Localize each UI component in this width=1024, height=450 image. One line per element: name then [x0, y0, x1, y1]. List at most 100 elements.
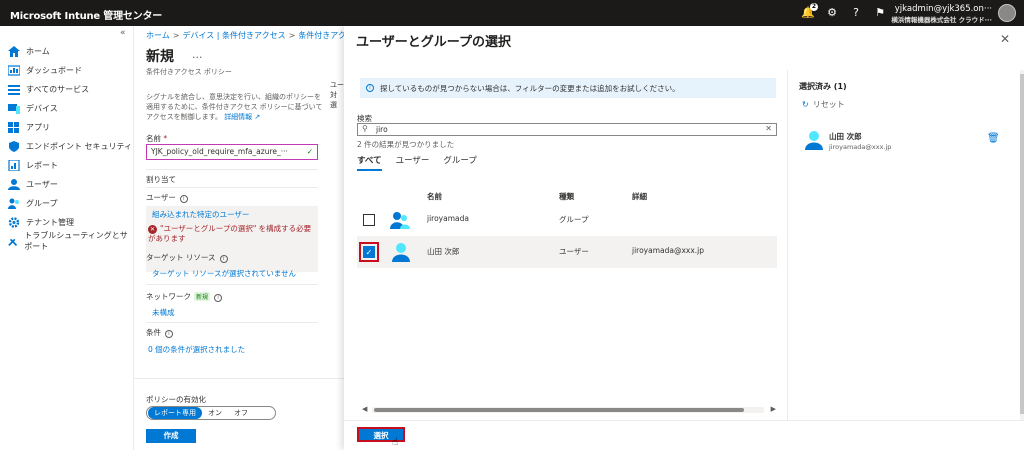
sidebar-item-users[interactable]: ユーザー: [8, 175, 58, 193]
breadcrumb-home[interactable]: ホーム: [146, 31, 170, 40]
row-detail: jiroyamada@xxx.jp: [632, 246, 705, 255]
sidebar-item-label: すべてのサービス: [26, 84, 90, 94]
scroll-thumb[interactable]: [1020, 74, 1024, 414]
info-text: 探しているものが見つからない場合は、フィルターの変更または追加をお試しください。: [380, 83, 680, 93]
more-options-button[interactable]: ...: [192, 48, 203, 61]
account-user: yjkadmin@yjk365.on···: [894, 4, 992, 14]
sidebar-item-dashboard[interactable]: ダッシュボード: [8, 61, 82, 79]
table-row[interactable]: jiroyamada グループ: [357, 204, 777, 236]
reset-icon: ↻: [802, 100, 809, 109]
dashboard-icon: [8, 64, 20, 76]
sidebar-item-label: ダッシュボード: [26, 65, 82, 75]
sidebar-item-label: トラブルシューティングとサポート: [24, 231, 128, 251]
users-value-link[interactable]: 組み込まれた特定のユーザー: [152, 209, 249, 220]
tab-groups[interactable]: グループ: [443, 154, 477, 171]
scroll-thumb[interactable]: [374, 408, 744, 412]
column-header-detail[interactable]: 詳細: [632, 191, 647, 202]
conditions-label: 条件 i: [146, 327, 173, 338]
info-icon[interactable]: i: [165, 330, 173, 338]
sidebar-item-label: ユーザー: [26, 179, 58, 189]
sidebar-item-label: レポート: [26, 160, 58, 170]
device-icon: [8, 103, 20, 114]
new-badge: 新規: [194, 292, 211, 301]
sidebar-item-label: グループ: [26, 198, 58, 208]
gear-icon[interactable]: ⚙: [824, 5, 840, 21]
result-count: 2 件の結果が見つかりました: [357, 140, 455, 149]
table-row[interactable]: ✓ 山田 次郎 ユーザー jiroyamada@xxx.jp: [357, 236, 777, 268]
info-icon[interactable]: i: [179, 195, 188, 203]
reset-button[interactable]: ↻ リセット: [802, 99, 845, 110]
help-icon[interactable]: ?: [848, 5, 864, 21]
home-icon: [8, 45, 20, 57]
search-input[interactable]: ⚲ jiro ✕: [357, 123, 777, 136]
info-icon[interactable]: i: [219, 255, 228, 263]
sidebar-item-home[interactable]: ホーム: [8, 42, 50, 60]
page-title: 新規: [146, 49, 174, 65]
sidebar-item-label: デバイス: [26, 103, 58, 113]
users-error: ✕ "ユーザーとグループの選択" を構成する必要があります: [148, 224, 312, 243]
create-button[interactable]: 作成: [146, 429, 196, 443]
valid-check-icon: ✓: [306, 147, 313, 156]
row-checkbox[interactable]: [363, 214, 375, 226]
breadcrumb-devices-ca[interactable]: デバイス | 条件付きアクセス: [182, 31, 285, 40]
select-users-groups-panel: ユーザーとグループの選択 ✕ i 探しているものが見つからない場合は、フィルター…: [344, 26, 1024, 450]
brand-title[interactable]: Microsoft Intune 管理センター: [10, 7, 162, 22]
sidebar-item-endpoint-security[interactable]: エンドポイント セキュリティ: [8, 137, 132, 155]
filter-tabs: すべて ユーザー グループ: [357, 154, 491, 171]
search-icon: ⚲: [362, 124, 368, 133]
clear-search-icon[interactable]: ✕: [765, 124, 772, 133]
users-label: ユーザー i: [146, 192, 188, 203]
policy-name-input[interactable]: YJK_policy_old_require_mfa_azure_··· ✓: [146, 144, 318, 160]
tab-all[interactable]: すべて: [357, 154, 382, 171]
sidebar-item-apps[interactable]: アプリ: [8, 118, 50, 136]
sidebar-item-groups[interactable]: グループ: [8, 194, 58, 212]
account-info[interactable]: yjkadmin@yjk365.on··· 横浜情報機器株式会社 クラウド···: [891, 4, 992, 24]
scroll-left-icon[interactable]: ◀: [362, 405, 367, 413]
target-value-link[interactable]: ターゲット リソースが選択されていません: [152, 268, 296, 279]
delete-icon[interactable]: 🗑: [987, 133, 1000, 147]
tab-users[interactable]: ユーザー: [396, 154, 430, 171]
sidebar-item-all-services[interactable]: すべてのサービス: [8, 80, 89, 98]
list-icon: [8, 84, 20, 95]
pointer-cursor-icon: ☝: [392, 437, 399, 448]
policy-description: シグナルを統合し、意思決定を行い、組織のポリシーを適用するために、条件付きアクセ…: [146, 92, 326, 122]
divider: [146, 284, 318, 285]
selected-name: 山田 次郎: [829, 132, 862, 141]
sidebar-item-reports[interactable]: レポート: [8, 156, 58, 174]
sidebar-item-devices[interactable]: デバイス: [8, 99, 58, 117]
error-icon: ✕: [148, 225, 157, 234]
target-label: ターゲット リソース i: [146, 252, 228, 263]
divider: [146, 322, 318, 323]
enable-policy-toggle[interactable]: レポート専用 オン オフ: [146, 406, 276, 420]
toggle-off[interactable]: オフ: [228, 408, 254, 418]
network-value-link[interactable]: 未構成: [152, 307, 175, 318]
sidebar-item-tenant-admin[interactable]: テナント管理: [8, 213, 74, 231]
scroll-right-icon[interactable]: ▶: [771, 405, 776, 413]
column-header-name[interactable]: 名前: [427, 191, 442, 202]
sidebar-item-troubleshooting[interactable]: トラブルシューティングとサポート: [8, 231, 133, 251]
selected-header: 選択済み (1): [799, 82, 847, 91]
conditions-value-link[interactable]: 0 個の条件が選択されました: [148, 344, 245, 355]
panel-footer: 選択 ☝: [344, 420, 1024, 450]
group-icon: [390, 212, 410, 229]
info-icon[interactable]: i: [214, 294, 223, 302]
sidebar-item-label: エンドポイント セキュリティ: [26, 141, 133, 151]
vertical-scrollbar[interactable]: [1020, 70, 1024, 420]
feedback-icon[interactable]: ⚑: [872, 5, 888, 21]
shield-icon: [9, 140, 19, 152]
avatar[interactable]: [998, 4, 1016, 22]
external-link-icon: ↗: [252, 113, 261, 121]
details-link[interactable]: 詳細情報: [224, 113, 252, 121]
info-icon: i: [366, 84, 374, 92]
horizontal-scrollbar[interactable]: ◀ ▶: [362, 405, 776, 413]
collapse-sidebar-icon[interactable]: «: [120, 28, 126, 38]
toggle-report-only[interactable]: レポート専用: [148, 407, 202, 419]
toggle-on[interactable]: オン: [202, 408, 228, 418]
row-type: ユーザー: [559, 247, 589, 256]
column-header-type[interactable]: 種類: [559, 191, 574, 202]
sidebar: « ホーム ダッシュボード すべてのサービス デバイス アプリ エンドポイント …: [0, 26, 134, 450]
highlight-box: [359, 242, 379, 262]
close-icon[interactable]: ✕: [1000, 32, 1010, 46]
sidebar-item-label: テナント管理: [26, 217, 74, 227]
selected-item-card: 山田 次郎 jiroyamada@xxx.jp 🗑: [799, 123, 1003, 159]
